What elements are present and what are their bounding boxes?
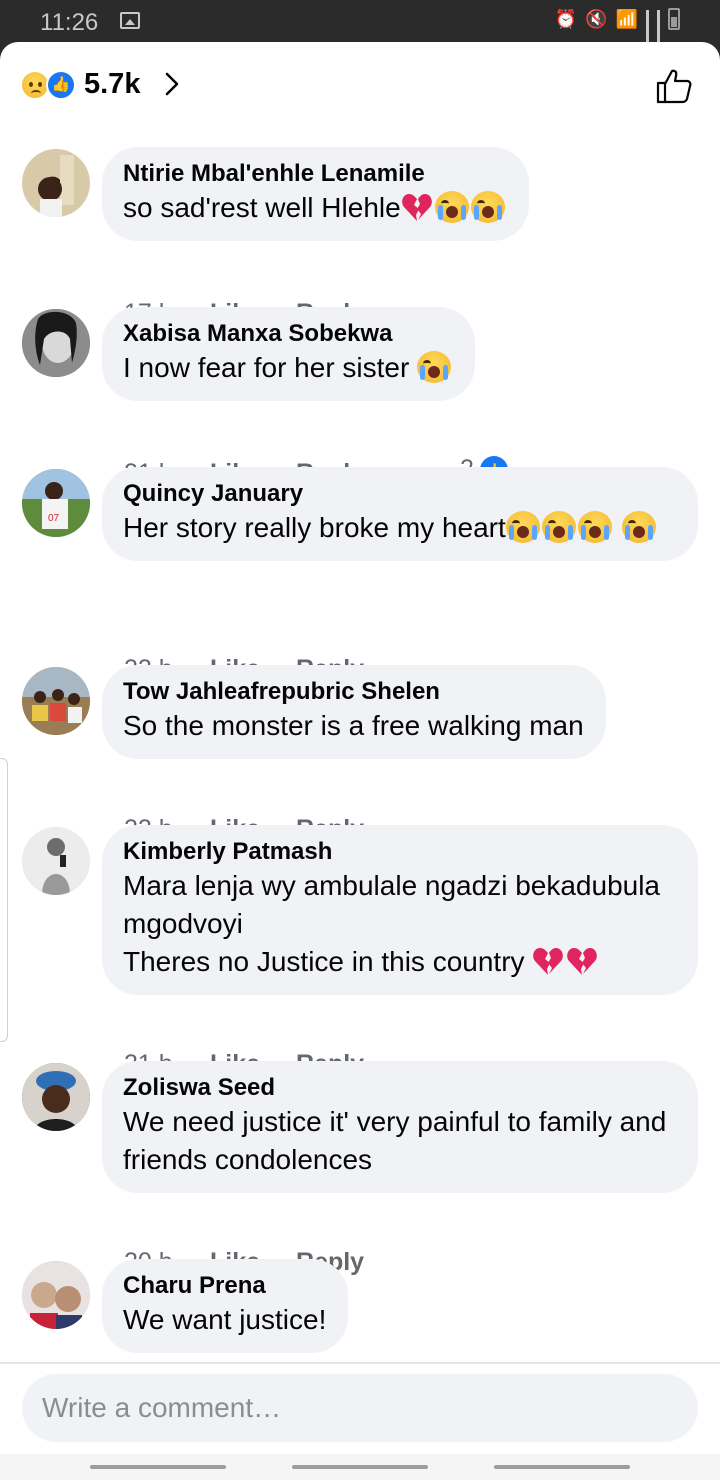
comment-bubble[interactable]: Quincy January Her story really broke my… <box>102 467 698 561</box>
signal-icon <box>646 10 649 58</box>
comment-text: Her story really broke my heart <box>123 509 676 547</box>
comments-sheet: 👍 5.7k Ntirie Mbal'enhle Lenamile so sad… <box>0 42 720 1480</box>
reaction-count[interactable]: 5.7k <box>84 68 140 101</box>
status-time: 11:26 <box>40 9 99 36</box>
comment-bubble[interactable]: Ntirie Mbal'enhle Lenamile so sad'rest w… <box>102 147 529 241</box>
crying-face-emoji <box>505 511 540 543</box>
crying-face-emoji <box>417 351 452 383</box>
avatar-photo <box>22 1063 90 1131</box>
crying-face-emoji <box>621 511 656 543</box>
gallery-notification-icon <box>120 12 140 29</box>
avatar-photo <box>22 827 90 895</box>
comment-bubble[interactable]: Zoliswa Seed We need justice it' very pa… <box>102 1061 698 1193</box>
comment-author[interactable]: Xabisa Manxa Sobekwa <box>123 319 453 349</box>
comment-author[interactable]: Charu Prena <box>123 1271 326 1301</box>
comment-text: I now fear for her sister <box>123 349 453 387</box>
scroll-handle[interactable] <box>0 758 8 1042</box>
comment-composer[interactable] <box>22 1374 698 1442</box>
avatar-photo: 07 <box>22 469 90 537</box>
svg-text:07: 07 <box>48 513 60 524</box>
battery-icon <box>668 8 680 30</box>
comment-body: I now fear for her sister <box>123 352 418 383</box>
crying-face-emoji <box>577 511 612 543</box>
avatar[interactable] <box>22 1063 90 1131</box>
comment-bubble[interactable]: Xabisa Manxa Sobekwa I now fear for her … <box>102 307 476 401</box>
avatar-photo <box>22 667 90 735</box>
chevron-right-icon[interactable] <box>164 72 180 96</box>
avatar[interactable] <box>22 1261 90 1329</box>
comment-bubble[interactable]: Tow Jahleafrepubric Shelen So the monste… <box>102 665 606 759</box>
avatar-photo <box>22 309 90 377</box>
avatar-photo <box>38 155 74 217</box>
comment-input[interactable] <box>42 1374 682 1442</box>
status-icons: ⏰ 🔇 📶 <box>554 8 680 58</box>
comment-text: We need justice it' very painful to fami… <box>123 1106 675 1175</box>
avatar-photo <box>22 1261 90 1329</box>
comment-author[interactable]: Kimberly Patmash <box>123 837 676 867</box>
reactions-header[interactable]: 👍 5.7k <box>0 42 720 132</box>
broken-heart-emoji <box>533 948 564 975</box>
avatar[interactable]: 07 <box>22 469 90 537</box>
comment-author[interactable]: Quincy January <box>123 479 676 509</box>
comment-bubble[interactable]: Kimberly Patmash Mara lenja wy ambulale … <box>102 825 698 995</box>
status-bar: 11:26 ⏰ 🔇 📶 <box>0 0 720 58</box>
comment-text: So the monster is a free walking man <box>123 710 584 741</box>
comment-body: Her story really broke my heart <box>123 512 506 543</box>
comment-text: Mara lenja wy ambulale ngadzi bekadubula… <box>123 867 676 981</box>
broken-heart-emoji <box>567 948 598 975</box>
alarm-icon: ⏰ <box>554 8 578 29</box>
avatar[interactable] <box>22 149 90 217</box>
crying-face-emoji <box>434 191 469 223</box>
wifi-icon: 📶 <box>615 8 638 29</box>
avatar[interactable] <box>22 827 90 895</box>
avatar[interactable] <box>22 309 90 377</box>
comment-body: so sad'rest well Hlehle <box>123 192 401 223</box>
reaction-icons: 👍 <box>20 70 80 100</box>
comment-author[interactable]: Ntirie Mbal'enhle Lenamile <box>123 159 507 189</box>
nav-home-pill[interactable] <box>292 1465 428 1469</box>
like-button-icon[interactable] <box>654 66 694 106</box>
like-reaction-icon: 👍 <box>46 70 76 100</box>
comment-text: We want justice! <box>123 1304 327 1335</box>
nav-back-pill[interactable] <box>494 1465 630 1469</box>
nav-recents-pill[interactable] <box>90 1465 226 1469</box>
divider <box>0 1362 720 1364</box>
comment-author[interactable]: Tow Jahleafrepubric Shelen <box>123 677 584 707</box>
crying-face-emoji <box>470 191 505 223</box>
comment-author[interactable]: Zoliswa Seed <box>123 1073 676 1103</box>
crying-face-emoji <box>541 511 576 543</box>
system-nav-bar <box>0 1454 720 1480</box>
comment-text: so sad'rest well Hlehle <box>123 189 507 227</box>
signal-2-icon <box>657 10 660 58</box>
mute-icon: 🔇 <box>585 8 608 29</box>
avatar[interactable] <box>22 667 90 735</box>
comment-bubble[interactable]: Charu Prena We want justice! <box>102 1259 349 1353</box>
broken-heart-emoji <box>401 194 432 221</box>
